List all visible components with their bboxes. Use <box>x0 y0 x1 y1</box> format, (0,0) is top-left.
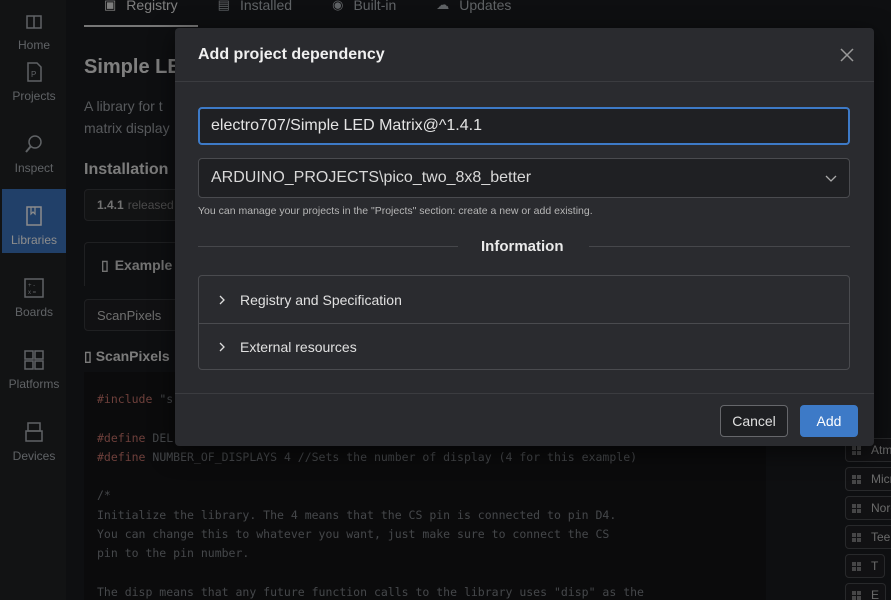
cancel-button[interactable]: Cancel <box>720 405 788 437</box>
close-button[interactable] <box>836 44 858 66</box>
information-heading: Information <box>481 238 564 255</box>
accordion-registry-spec[interactable]: Registry and Specification <box>199 276 849 323</box>
dialog-footer-divider <box>175 393 874 394</box>
app-window: Home P Projects Inspect Libraries + -x =… <box>0 0 891 600</box>
project-select[interactable]: ARDUINO_PROJECTS\pico_two_8x8_better <box>198 158 850 198</box>
chevron-right-icon <box>219 342 225 352</box>
chevron-down-icon <box>825 175 837 182</box>
dialog-title: Add project dependency <box>198 46 385 63</box>
close-icon <box>840 48 854 62</box>
project-hint: You can manage your projects in the "Pro… <box>198 205 593 217</box>
dependency-input[interactable] <box>198 107 850 145</box>
chevron-right-icon <box>219 295 225 304</box>
accordion-external-resources[interactable]: External resources <box>199 323 849 370</box>
add-dependency-dialog: Add project dependency ARDUINO_PROJECTS\… <box>175 28 874 446</box>
info-accordion: Registry and Specification External reso… <box>198 275 850 370</box>
divider <box>589 246 850 247</box>
dialog-header: Add project dependency <box>175 28 874 82</box>
add-button[interactable]: Add <box>800 405 858 437</box>
project-select-value: ARDUINO_PROJECTS\pico_two_8x8_better <box>211 169 532 186</box>
divider <box>198 246 458 247</box>
